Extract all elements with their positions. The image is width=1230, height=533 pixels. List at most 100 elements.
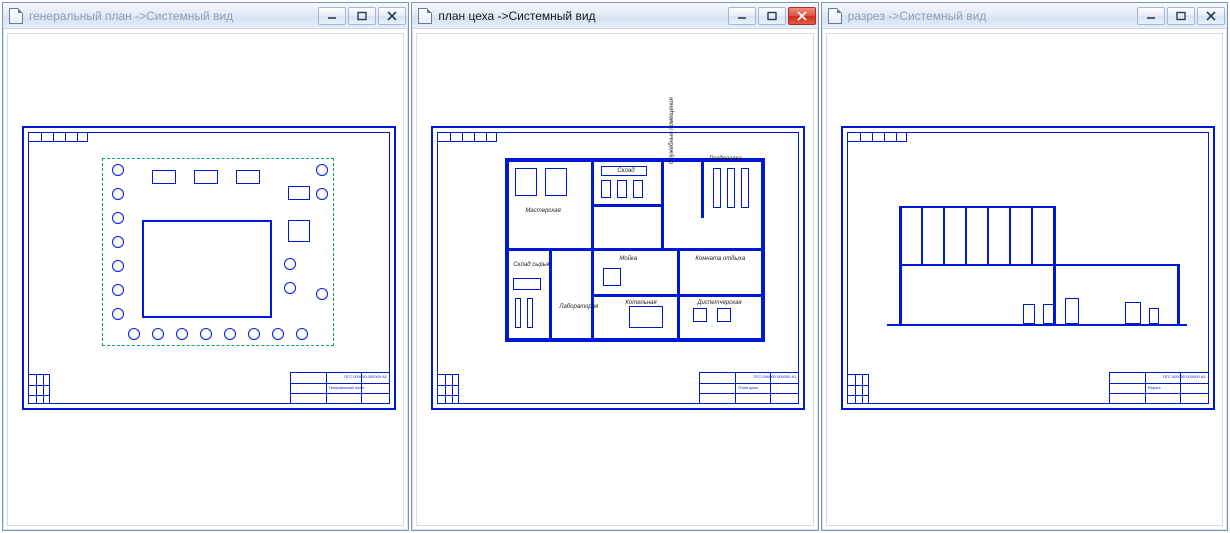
column [987,206,989,264]
column [965,206,967,264]
minimize-button[interactable] [318,7,346,25]
tree-icon [316,188,328,200]
drawing-sheet: ПГС.000000.000000 А1 Разрез [841,126,1215,410]
equipment [513,278,541,290]
tree-icon [224,328,236,340]
window-controls [728,7,816,25]
titleblock-name: Генеральный план [329,385,364,390]
partition [701,158,704,218]
equipment [603,268,621,286]
sheet-top-stamp [28,132,88,142]
partition [591,294,765,297]
ground-line [887,324,1187,326]
column [1031,206,1033,264]
sheet-top-stamp [847,132,907,142]
tree-icon [112,212,124,224]
document-icon [828,8,842,24]
sheet-titleblock: ПГС.000000.000000 А1 План цеха [699,372,799,404]
tree-icon [296,328,308,340]
title-view: Системный вид [509,9,596,23]
tree-icon [316,164,328,176]
aux-block [288,186,310,200]
tree-icon [112,236,124,248]
title-doc: план цеха [438,9,494,23]
sheet-titleblock: ПГС.000000.000000 А1 Генеральный план [290,372,390,404]
titleblock-name: Разрез [1148,385,1161,390]
aux-block [152,170,176,184]
tree-icon [272,328,284,340]
titlebar[interactable]: генеральный план ->Системный вид [3,3,408,29]
title-view: Системный вид [146,9,233,23]
equipment [713,168,721,208]
partition [591,158,594,342]
room-label: Мойка [619,256,637,262]
tree-icon [112,308,124,320]
partition [661,158,664,251]
maximize-button[interactable] [1167,7,1195,25]
title-sep: -> [132,9,146,23]
title-doc: разрез [848,9,885,23]
aux-block [236,170,260,184]
equipment [1023,304,1035,324]
equipment [717,308,731,322]
drawing-canvas[interactable]: ПГС.000000.000000 А1 Разрез [826,33,1223,526]
equipment [1125,302,1141,324]
partition [549,248,552,342]
equipment [693,308,707,322]
wall [505,338,765,342]
window-controls [1137,7,1225,25]
room-label: Склад [617,168,634,174]
aux-block [194,170,218,184]
window-title: разрез ->Системный вид [848,9,1131,23]
room-label: Раздевалка [709,156,741,162]
equipment [629,306,663,328]
column [943,206,945,264]
mdi-window-floor-plan[interactable]: план цеха ->Системный вид ПГС.000000.000… [411,2,818,531]
mdi-window-general-plan[interactable]: генеральный план ->Системный вид ПГС.000… [2,2,409,531]
drawing-canvas[interactable]: ПГС.000000.000000 А1 План цеха [416,33,813,526]
tree-icon [284,258,296,270]
room-label: Склад сырья [513,262,549,268]
window-controls [318,7,406,25]
partition [591,204,661,207]
close-button[interactable] [1197,7,1225,25]
close-button[interactable] [378,7,406,25]
sheet-top-stamp [437,132,497,142]
room-label: Лаборатория [559,304,598,310]
document-icon [418,8,432,24]
equipment [515,298,521,328]
room-label: Диспетчерская [697,300,741,306]
equipment [741,168,749,208]
titlebar[interactable]: разрез ->Системный вид [822,3,1227,29]
partition [505,248,765,251]
drawing-sheet: ПГС.000000.000000 А1 План цеха [431,126,805,410]
sheet-titleblock: ПГС.000000.000000 А1 Разрез [1109,372,1209,404]
titlebar[interactable]: план цеха ->Системный вид [412,3,817,29]
title-view: Системный вид [899,9,986,23]
column [1009,206,1011,264]
equipment [601,180,611,198]
tree-icon [112,284,124,296]
drawing-canvas[interactable]: ПГС.000000.000000 А1 Генеральный план [7,33,404,526]
minimize-button[interactable] [728,7,756,25]
equipment [617,180,627,198]
room-label: Комната отдыха [695,256,745,262]
room-label: Служебные помещения [669,97,675,164]
tree-icon [112,188,124,200]
equipment [1043,304,1055,324]
tree-icon [112,260,124,272]
maximize-button[interactable] [348,7,376,25]
document-icon [9,8,23,24]
titleblock-code: ПГС.000000.000000 А1 [1163,374,1206,379]
tree-icon [176,328,188,340]
minimize-button[interactable] [1137,7,1165,25]
sheet-left-table [847,374,869,404]
mdi-window-section[interactable]: разрез ->Системный вид ПГС.000000.000000… [821,2,1228,531]
close-button[interactable] [788,7,816,25]
maximize-button[interactable] [758,7,786,25]
equipment [545,168,567,196]
room-label: Мастерская [525,208,560,214]
equipment [1149,308,1159,324]
room-label: Котельная [625,300,656,306]
equipment [727,168,735,208]
